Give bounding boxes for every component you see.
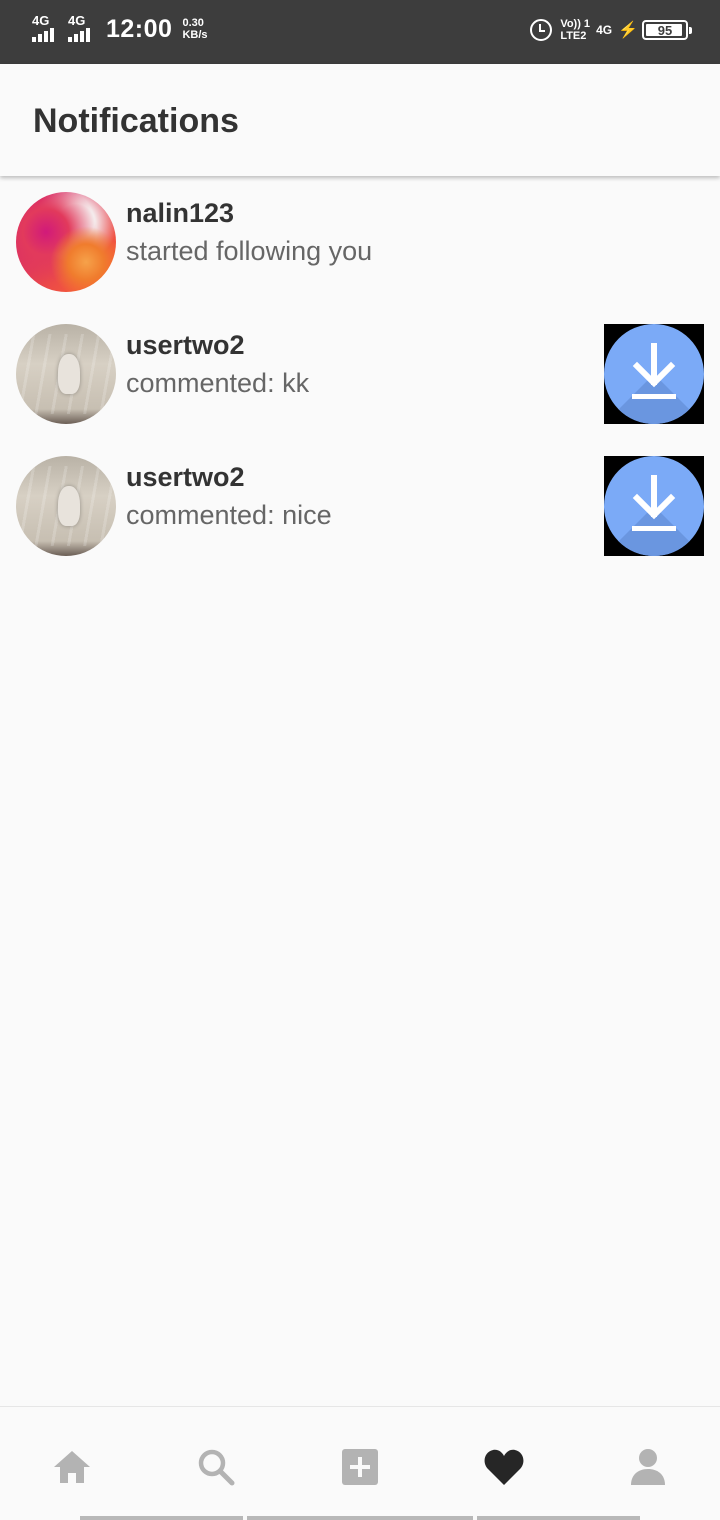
notification-item[interactable]: usertwo2 commented: kk: [0, 322, 720, 454]
notification-message: started following you: [126, 236, 373, 266]
gesture-bar-left: [80, 1516, 243, 1520]
network-speed: 0.30 KB/s: [182, 17, 207, 41]
download-icon: [604, 456, 704, 556]
volte-bottom: LTE2: [560, 30, 587, 42]
network-type: 4G: [596, 23, 613, 37]
avatar[interactable]: [16, 324, 116, 424]
nav-activity-button[interactable]: [480, 1443, 528, 1491]
post-thumbnail[interactable]: [604, 456, 704, 556]
download-icon: [604, 324, 704, 424]
search-icon: [198, 1449, 235, 1486]
gesture-bar-right: [477, 1516, 640, 1520]
signal-sim2-icon: 4G: [68, 14, 98, 44]
volte-indicator: Vo)) 1 LTE2: [560, 18, 590, 42]
nav-search-button[interactable]: [192, 1443, 240, 1491]
notification-list: nalin123 started following you usertwo2 …: [0, 190, 720, 586]
bottom-navigation: [0, 1406, 720, 1520]
battery-level: 95: [657, 22, 673, 38]
notification-message: commented: nice: [126, 500, 332, 530]
status-left: 4G 4G 12:00 0.30 KB/s: [32, 14, 208, 44]
notification-username[interactable]: nalin123: [126, 198, 234, 229]
alarm-icon: [530, 19, 553, 41]
status-bar: 4G 4G 12:00 0.30 KB/s Vo)) 1 LTE2 4G ⚡ 9…: [0, 0, 720, 64]
volte-top: Vo)) 1: [560, 18, 591, 30]
battery-icon: 95: [642, 20, 692, 40]
notification-message: commented: kk: [126, 368, 310, 398]
notification-item[interactable]: usertwo2 commented: nice: [0, 454, 720, 586]
nav-profile-button[interactable]: [624, 1443, 672, 1491]
page-title: Notifications: [33, 102, 239, 140]
network-speed-unit: KB/s: [182, 29, 208, 41]
gesture-bar-center: [247, 1516, 473, 1520]
heart-icon: [484, 1449, 524, 1485]
sim2-network-label: 4G: [68, 13, 86, 28]
nav-add-button[interactable]: [336, 1443, 384, 1491]
network-speed-value: 0.30: [182, 17, 204, 29]
notification-username[interactable]: usertwo2: [126, 330, 245, 361]
signal-sim1-icon: 4G: [32, 14, 62, 44]
notification-item[interactable]: nalin123 started following you: [0, 190, 720, 322]
nav-home-button[interactable]: [48, 1443, 96, 1491]
add-post-icon: [342, 1449, 378, 1485]
notification-username[interactable]: usertwo2: [126, 462, 245, 493]
home-icon: [54, 1451, 90, 1483]
clock: 12:00: [106, 14, 173, 43]
charging-icon: ⚡: [618, 22, 638, 39]
sim1-network-label: 4G: [32, 13, 50, 28]
avatar[interactable]: [16, 456, 116, 556]
app-header: Notifications: [0, 64, 720, 176]
profile-icon: [631, 1449, 665, 1485]
status-right: Vo)) 1 LTE2 4G ⚡ 95: [530, 18, 692, 42]
avatar[interactable]: [16, 192, 116, 292]
post-thumbnail[interactable]: [604, 324, 704, 424]
